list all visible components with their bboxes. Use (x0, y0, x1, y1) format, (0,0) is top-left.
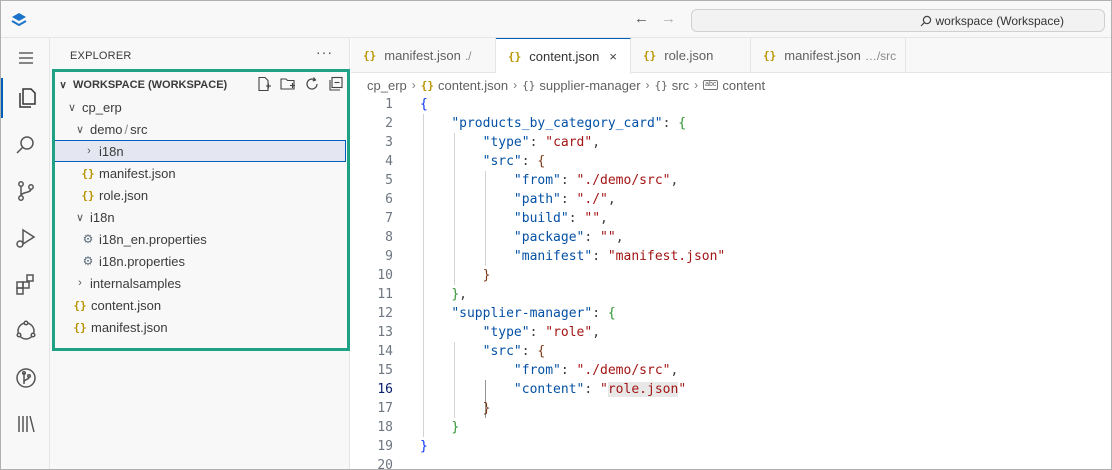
app-window: ← → workspace (Workspace) EXPLORER ··· ∨… (0, 0, 1112, 470)
chevron-down-icon: ∨ (75, 211, 85, 224)
chevron-down-icon: ∨ (67, 101, 77, 114)
chevron-right-icon: › (513, 78, 518, 92)
chevron-right-icon: › (411, 78, 416, 92)
remote-icon[interactable] (1, 311, 50, 351)
code-line: 10 } (377, 268, 491, 283)
title-bar: ← → workspace (Workspace) (1, 1, 1111, 38)
source-control-icon[interactable] (1, 171, 50, 211)
command-center-text: workspace (Workspace) (935, 13, 1064, 28)
command-center-search[interactable]: workspace (Workspace) (691, 9, 1105, 32)
collapse-all-icon[interactable] (328, 76, 344, 92)
tree-file-i18n-properties[interactable]: ⚙ i18n.properties (53, 250, 346, 272)
code-line: 18 } (377, 420, 460, 435)
chevron-right-icon: › (645, 78, 650, 92)
tree-file-content-json[interactable]: {} content.json (53, 294, 346, 316)
code-line: 5 "from": "./demo/src", (385, 173, 679, 188)
tree-folder-internalsamples[interactable]: › internalsamples (53, 272, 346, 294)
more-actions-icon[interactable]: ··· (316, 44, 333, 60)
close-icon[interactable]: × (609, 49, 617, 64)
code-line: 7 "build": "", (385, 211, 608, 226)
extensions-icon[interactable] (1, 264, 50, 304)
explorer-title: EXPLORER (70, 50, 132, 62)
chevron-down-icon: ∨ (75, 123, 85, 136)
json-file-icon: {} (73, 320, 87, 334)
gear-icon: ⚙ (82, 254, 94, 268)
code-line: 11 }, (377, 287, 467, 302)
code-editor[interactable]: 1{ 2 "products_by_category_card": { 3 "t… (351, 95, 1111, 470)
code-line: 12 "supplier-manager": { (377, 306, 616, 321)
json-file-icon: {} (363, 49, 377, 62)
code-line-current: 16 "content": "role.json" (377, 382, 687, 397)
explorer-icon[interactable] (1, 78, 50, 118)
breadcrumb-item[interactable]: cp_erp (367, 78, 407, 93)
git-graph-icon[interactable] (1, 358, 50, 398)
explorer-sidebar: EXPLORER ··· ∨ WORKSPACE (WORKSPACE) ∨ c… (50, 38, 350, 469)
json-file-icon: {} (508, 50, 522, 63)
tab-manifest-json[interactable]: {} manifest.json ./ (351, 38, 496, 73)
new-folder-icon[interactable] (280, 76, 296, 92)
breadcrumb-item[interactable]: content.json (438, 78, 508, 93)
arrow-right-icon[interactable]: → (661, 11, 676, 27)
search-icon (920, 15, 931, 26)
json-file-icon: {} (420, 78, 434, 92)
code-line: 20 (377, 458, 393, 470)
editor-area: {} manifest.json ./ {} content.json × {}… (351, 38, 1111, 470)
run-debug-icon[interactable] (1, 218, 50, 258)
tab-manifest-json-src[interactable]: {} manifest.json …/src (751, 38, 906, 73)
breadcrumb-item[interactable]: src (672, 78, 689, 93)
breadcrumb-item[interactable]: content (722, 78, 765, 93)
tree-folder-demo-src[interactable]: ∨ demo / src (53, 118, 346, 140)
app-logo-icon (11, 13, 27, 27)
chevron-right-icon: › (87, 145, 91, 157)
tree-file-role-json[interactable]: {} role.json (53, 184, 346, 206)
code-line: 9 "manifest": "manifest.json" (385, 249, 726, 264)
breadcrumb-item[interactable]: supplier-manager (539, 78, 640, 93)
library-icon[interactable] (1, 404, 50, 444)
tree-folder-i18n[interactable]: ∨ i18n (53, 206, 346, 228)
json-file-icon: {} (81, 188, 95, 202)
tab-role-json[interactable]: {} role.json (631, 38, 751, 73)
search-icon[interactable] (1, 125, 50, 165)
json-file-icon: {} (643, 49, 657, 62)
code-line: 8 "package": "", (385, 230, 624, 245)
code-line: 13 "type": "role", (377, 325, 601, 340)
code-line: 1{ (385, 97, 428, 112)
tab-content-json[interactable]: {} content.json × (496, 38, 631, 74)
code-line: 17 } (377, 401, 491, 416)
refresh-icon[interactable] (304, 76, 320, 92)
object-icon: {} (654, 78, 668, 92)
workspace-actions (256, 76, 344, 92)
tree-folder-i18n-selected[interactable]: › i18n (53, 140, 346, 162)
tree-file-manifest-json-root[interactable]: {} manifest.json (53, 316, 346, 338)
editor-tabs: {} manifest.json ./ {} content.json × {}… (351, 38, 1111, 74)
breadcrumb: cp_erp › {} content.json › {} supplier-m… (367, 75, 765, 95)
json-file-icon: {} (763, 49, 777, 62)
code-line: 4 "src": { (385, 154, 546, 169)
code-line: 19} (377, 439, 428, 454)
chevron-right-icon: › (694, 78, 699, 92)
menu-icon[interactable] (1, 38, 50, 78)
string-icon: abc (703, 80, 719, 90)
json-file-icon: {} (81, 166, 95, 180)
activity-bar (1, 38, 50, 469)
workspace-label: WORKSPACE (WORKSPACE) (73, 79, 228, 91)
code-line: 15 "from": "./demo/src", (377, 363, 679, 378)
tree-folder-cp_erp[interactable]: ∨ cp_erp (53, 96, 346, 118)
new-file-icon[interactable] (256, 76, 272, 92)
json-file-icon: {} (73, 298, 87, 312)
code-line: 6 "path": "./", (385, 192, 616, 207)
code-line: 3 "type": "card", (385, 135, 601, 150)
gear-icon: ⚙ (82, 232, 94, 246)
chevron-right-icon: › (78, 277, 82, 289)
tree-file-i18n-en-properties[interactable]: ⚙ i18n_en.properties (53, 228, 346, 250)
tree-file-manifest-json[interactable]: {} manifest.json (53, 162, 346, 184)
object-icon: {} (522, 78, 536, 92)
code-line: 14 "src": { (377, 344, 546, 359)
arrow-left-icon[interactable]: ← (634, 11, 649, 27)
chevron-down-icon: ∨ (59, 79, 67, 91)
code-line: 2 "products_by_category_card": { (385, 116, 687, 131)
